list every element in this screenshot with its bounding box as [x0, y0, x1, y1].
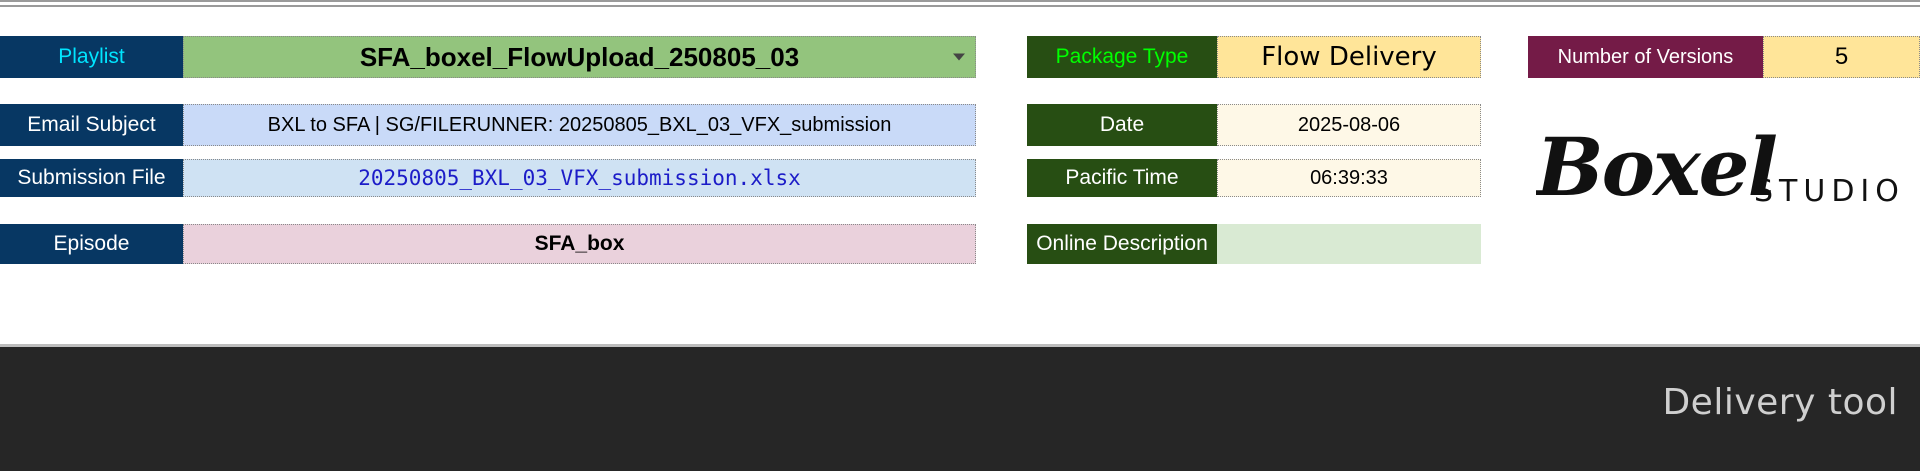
- submission-file-link[interactable]: 20250805_BXL_03_VFX_submission.xlsx: [183, 159, 976, 197]
- app-title: Delivery tool: [1662, 382, 1898, 423]
- pacific-time-value[interactable]: 06:39:33: [1217, 159, 1481, 197]
- boxel-logo-graphic: Boxel STUDIO: [1534, 120, 1905, 214]
- boxel-studio-logo: Boxel STUDIO: [1534, 120, 1916, 225]
- online-description-label: Online Description: [1027, 224, 1217, 264]
- top-border-line: [0, 0, 1920, 2]
- pacific-time-label: Pacific Time: [1027, 159, 1217, 197]
- submission-file-label: Submission File: [0, 159, 183, 197]
- package-type-value[interactable]: Flow Delivery: [1217, 36, 1481, 78]
- number-of-versions-label: Number of Versions: [1528, 36, 1763, 78]
- playlist-value: SFA_boxel_FlowUpload_250805_03: [359, 41, 800, 72]
- number-of-versions-value[interactable]: 5: [1763, 36, 1920, 78]
- playlist-label: Playlist: [0, 36, 183, 78]
- date-value[interactable]: 2025-08-06: [1217, 104, 1481, 146]
- playlist-select[interactable]: SFA_boxel_FlowUpload_250805_03: [183, 36, 976, 78]
- email-subject-field[interactable]: BXL to SFA | SG/FILERUNNER: 20250805_BXL…: [183, 104, 976, 146]
- date-label: Date: [1027, 104, 1217, 146]
- logo-wordmark: Boxel: [1536, 125, 1777, 214]
- footer-bar: Delivery tool: [0, 347, 1920, 471]
- episode-label: Episode: [0, 224, 183, 264]
- online-description-field[interactable]: [1217, 224, 1481, 264]
- package-type-label: Package Type: [1027, 36, 1217, 78]
- episode-value[interactable]: SFA_box: [183, 224, 976, 264]
- chevron-down-icon[interactable]: [953, 53, 965, 61]
- logo-subtitle: STUDIO: [1754, 174, 1905, 209]
- email-subject-label: Email Subject: [0, 104, 183, 146]
